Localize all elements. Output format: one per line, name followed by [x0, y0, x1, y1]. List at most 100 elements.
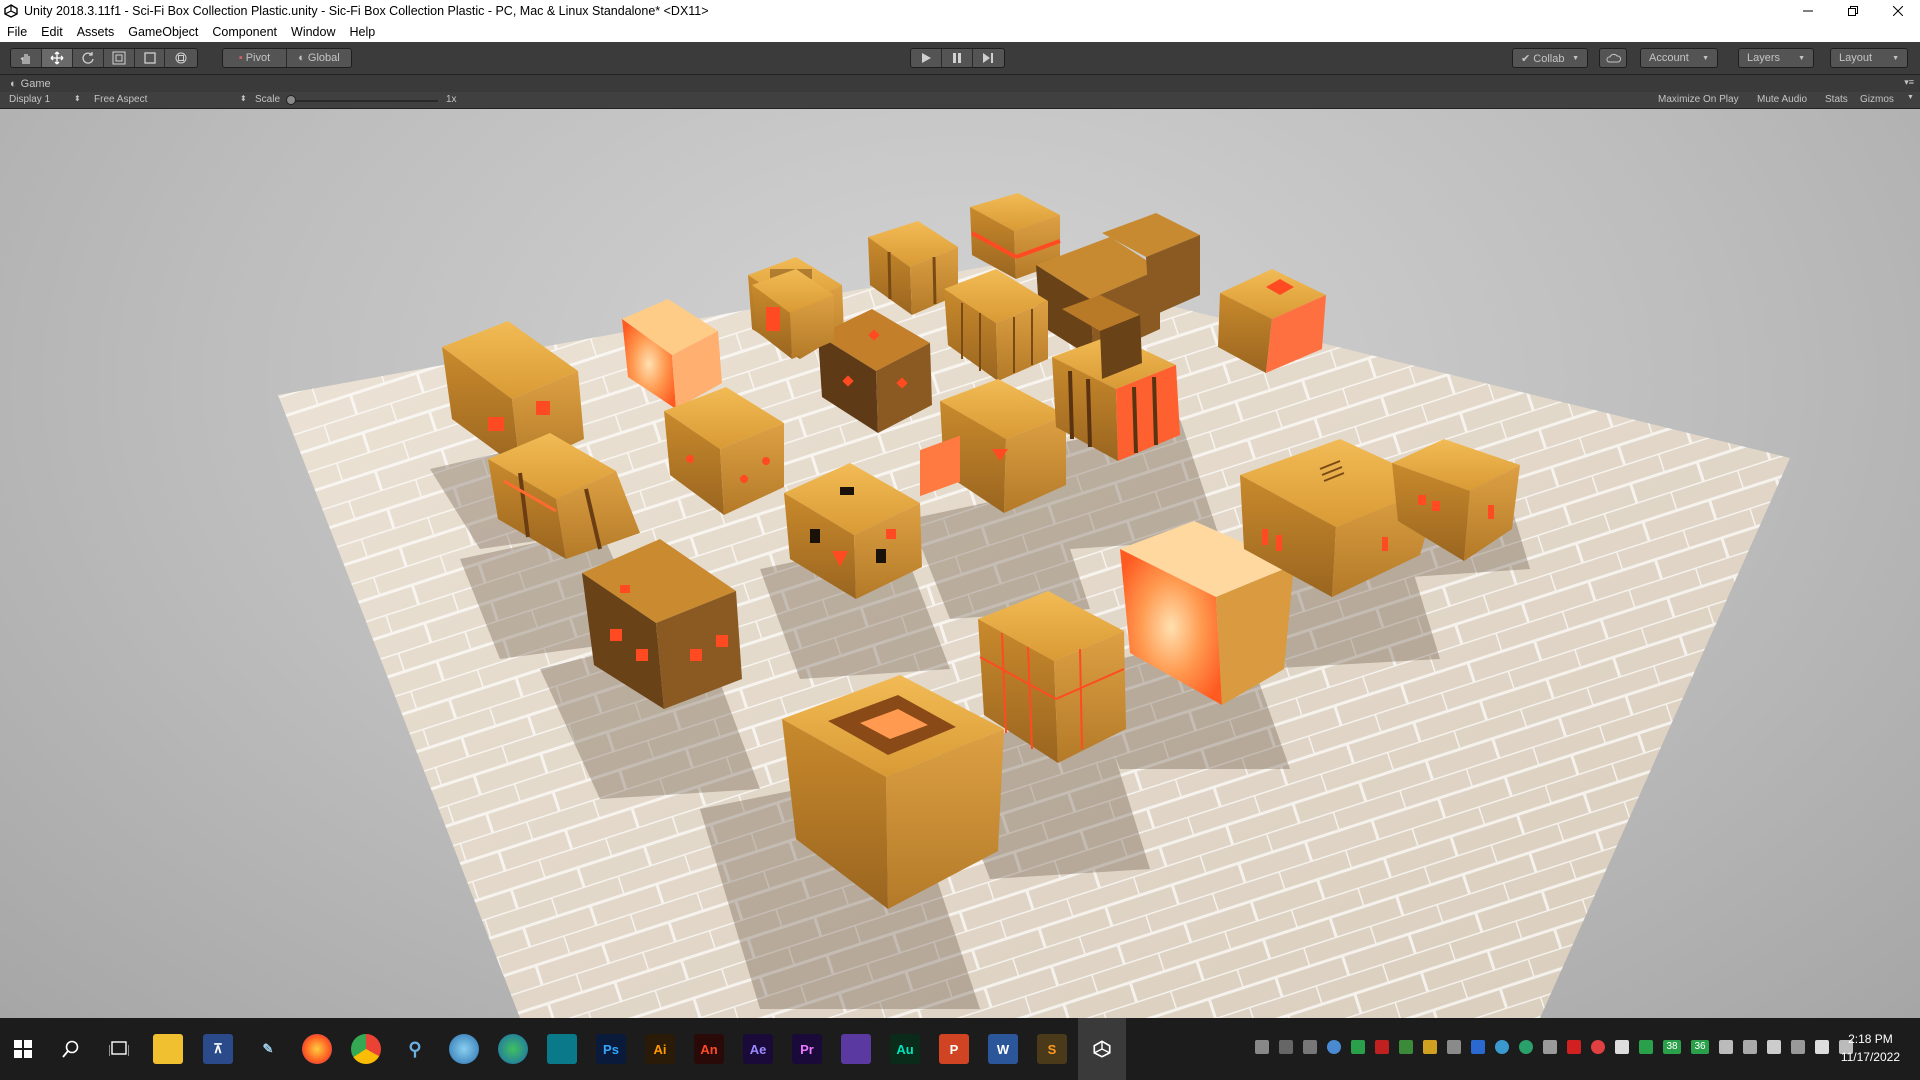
stats-toggle[interactable]: Stats [1825, 94, 1848, 105]
pivot-toggle[interactable]: ▪ Pivot [223, 49, 287, 67]
pivot-global-group: ▪ Pivot ◐ Global [222, 48, 352, 68]
file-explorer-icon[interactable] [153, 1034, 183, 1064]
unity-logo-icon [4, 4, 18, 18]
battery-icon[interactable] [1815, 1040, 1829, 1054]
volume-icon[interactable] [1767, 1040, 1781, 1054]
tray-icon[interactable] [1279, 1040, 1293, 1054]
chevron-down-icon: ▼ [1798, 54, 1805, 62]
word-icon[interactable]: W [988, 1034, 1018, 1064]
display-dropdown[interactable]: Display 1 [9, 94, 50, 105]
tray-icon[interactable] [1591, 1040, 1605, 1054]
menu-window[interactable]: Window [284, 25, 342, 39]
clock-time: 2:18 PM [1848, 1032, 1893, 1046]
printer-icon[interactable] [1743, 1040, 1757, 1054]
scale-slider-handle[interactable] [286, 95, 296, 105]
task-view-icon[interactable] [104, 1034, 134, 1064]
game-tab-bar: ◐ Game ▾≡ [0, 75, 1920, 92]
step-icon[interactable] [973, 49, 1004, 67]
global-label: Global [307, 52, 340, 64]
after-effects-icon[interactable]: Ae [743, 1034, 773, 1064]
tray-badge[interactable]: 38 [1663, 1040, 1681, 1054]
tray-badge[interactable]: 36 [1691, 1040, 1709, 1054]
cloud-button[interactable] [1599, 48, 1627, 68]
tray-icon[interactable] [1447, 1040, 1461, 1054]
app-icon-3[interactable]: ⚲ [400, 1034, 430, 1064]
tray-icon[interactable] [1471, 1040, 1485, 1054]
app-icon-2[interactable]: ✎ [253, 1034, 283, 1064]
restore-icon[interactable] [1830, 0, 1875, 22]
aspect-dropdown[interactable]: Free Aspect [94, 94, 147, 105]
illustrator-icon[interactable]: Ai [645, 1034, 675, 1064]
firefox-icon[interactable] [302, 1034, 332, 1064]
sublime-icon[interactable]: S [1037, 1034, 1067, 1064]
move-tool-icon[interactable] [41, 49, 74, 67]
game-tab-label: Game [20, 77, 51, 90]
visual-studio-icon[interactable] [841, 1034, 871, 1064]
layers-label: Layers [1747, 52, 1781, 64]
unity-icon[interactable] [1078, 1018, 1126, 1080]
chrome-icon[interactable] [351, 1034, 381, 1064]
animate-icon[interactable]: An [694, 1034, 724, 1064]
network-icon[interactable] [1791, 1040, 1805, 1054]
close-icon[interactable] [1875, 0, 1920, 22]
menu-gameobject[interactable]: GameObject [121, 25, 205, 39]
tray-icon[interactable] [1327, 1040, 1341, 1054]
tray-icon[interactable] [1567, 1040, 1581, 1054]
mute-audio-toggle[interactable]: Mute Audio [1757, 94, 1807, 105]
game-tab[interactable]: ◐ Game [0, 78, 51, 90]
main-toolbar: ▪ Pivot ◐ Global ✔ Collab ▼ Account ▼ Layers… [0, 42, 1920, 75]
tray-icon[interactable] [1255, 1040, 1269, 1054]
maximize-on-play-toggle[interactable]: Maximize On Play [1658, 94, 1739, 105]
tray-icon[interactable] [1495, 1040, 1509, 1054]
rotate-tool-icon[interactable] [73, 49, 104, 67]
menu-file[interactable]: File [0, 25, 34, 39]
windows-taskbar: ⊼ ✎ ⚲ Ps Ai An Ae Pr Au P W S 38 36 2:18… [0, 1018, 1920, 1080]
transform-tool-icon[interactable] [165, 49, 197, 67]
premiere-icon[interactable]: Pr [792, 1034, 822, 1064]
scale-tool-icon[interactable] [104, 49, 135, 67]
tray-icon[interactable] [1543, 1040, 1557, 1054]
tray-icon[interactable] [1399, 1040, 1413, 1054]
scale-value: 1x [446, 94, 457, 105]
start-icon[interactable] [8, 1034, 38, 1064]
tray-icon[interactable] [1519, 1040, 1533, 1054]
search-icon[interactable] [56, 1034, 86, 1064]
menu-help[interactable]: Help [342, 25, 382, 39]
app-icon-1[interactable]: ⊼ [203, 1034, 233, 1064]
app-icon-4[interactable] [449, 1034, 479, 1064]
menu-edit[interactable]: Edit [34, 25, 70, 39]
tray-icon[interactable] [1351, 1040, 1365, 1054]
tray-icon[interactable] [1639, 1040, 1653, 1054]
global-toggle[interactable]: ◐ Global [287, 49, 351, 67]
layers-dropdown[interactable]: Layers ▼ [1738, 48, 1814, 68]
minimize-icon[interactable] [1785, 0, 1830, 22]
hand-tool-icon[interactable] [11, 49, 42, 67]
menu-component[interactable]: Component [205, 25, 284, 39]
system-tray: 38 36 [1250, 1040, 1858, 1058]
menu-assets[interactable]: Assets [70, 25, 122, 39]
pause-icon[interactable] [942, 49, 973, 67]
menu-bar: File Edit Assets GameObject Component Wi… [0, 22, 1920, 42]
game-viewport[interactable] [0, 109, 1920, 1018]
collab-dropdown[interactable]: ✔ Collab ▼ [1512, 48, 1588, 68]
photoshop-icon[interactable]: Ps [596, 1034, 626, 1064]
tray-icon[interactable] [1303, 1040, 1317, 1054]
scale-slider-track[interactable] [288, 100, 438, 102]
chevron-down-icon: ▼ [1892, 54, 1899, 62]
global-icon: ◐ [298, 52, 305, 64]
tray-icon[interactable] [1375, 1040, 1389, 1054]
tray-icon[interactable] [1423, 1040, 1437, 1054]
rect-tool-icon[interactable] [135, 49, 166, 67]
layout-dropdown[interactable]: Layout ▼ [1830, 48, 1908, 68]
panel-menu-icon[interactable]: ▾≡ [1904, 77, 1914, 88]
system-clock[interactable]: 2:18 PM 11/17/2022 [1841, 1030, 1900, 1066]
powerpoint-icon[interactable]: P [939, 1034, 969, 1064]
app-icon-5[interactable] [498, 1034, 528, 1064]
app-icon-6[interactable] [547, 1034, 577, 1064]
play-icon[interactable] [911, 49, 943, 67]
gizmos-dropdown[interactable]: Gizmos [1860, 94, 1894, 105]
wifi-icon[interactable] [1615, 1040, 1629, 1054]
audition-icon[interactable]: Au [890, 1034, 920, 1064]
tray-icon[interactable] [1719, 1040, 1733, 1054]
account-dropdown[interactable]: Account ▼ [1640, 48, 1718, 68]
